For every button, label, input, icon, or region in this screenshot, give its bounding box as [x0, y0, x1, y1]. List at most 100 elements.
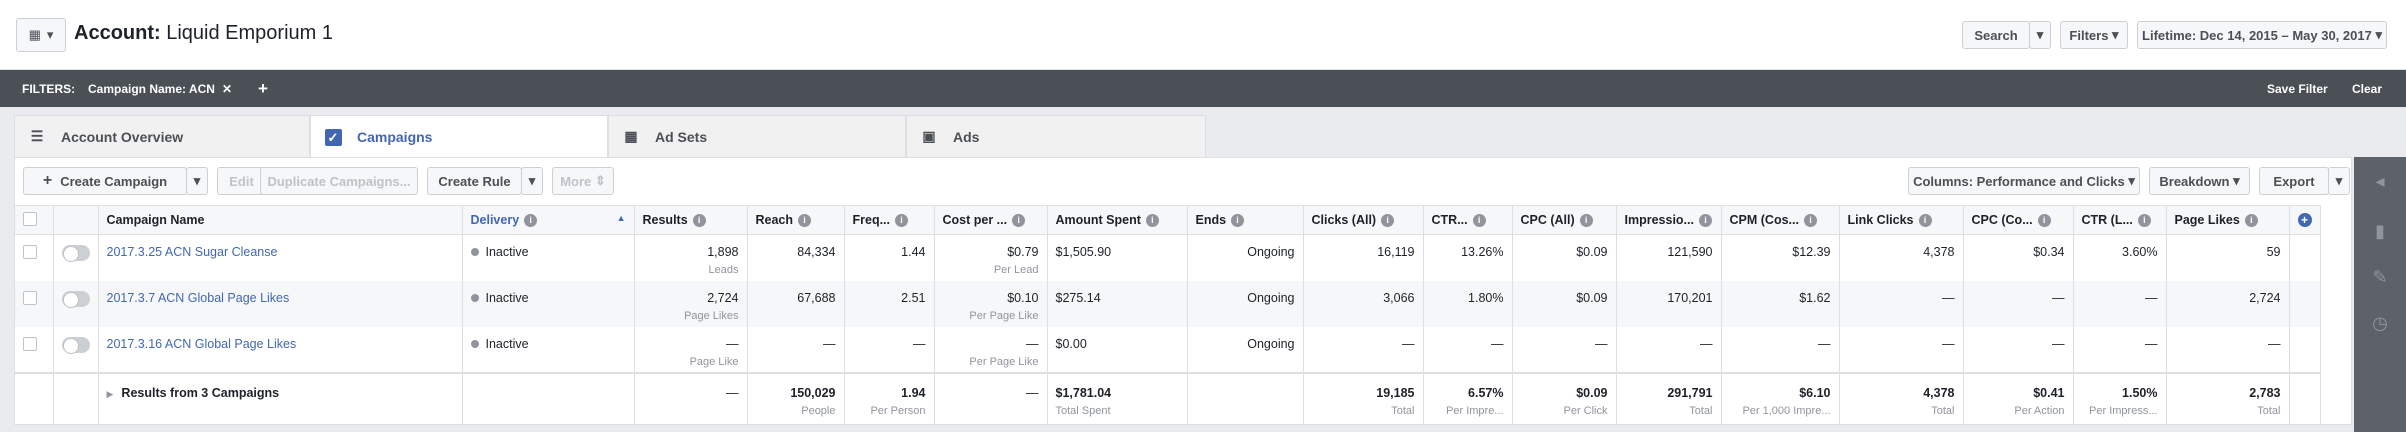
column-header[interactable]: CPC (All) i: [1512, 205, 1617, 235]
column-header[interactable]: CPC (Co... i: [1963, 205, 2074, 235]
column-header[interactable]: Ends i: [1187, 205, 1304, 235]
help-icon[interactable]: i: [524, 214, 538, 228]
tab-campaigns[interactable]: ✓ Campaigns: [310, 115, 608, 158]
table-row[interactable]: 2017.3.7 ACN Global Page Likes Inactive …: [15, 280, 2321, 327]
column-header[interactable]: Delivery i ▲: [462, 205, 635, 235]
search-dropdown-button[interactable]: ▾: [2029, 21, 2051, 49]
search-button[interactable]: Search: [1962, 21, 2030, 49]
column-header[interactable]: CTR... i: [1423, 205, 1513, 235]
ctr-link-cell: —: [2073, 326, 2167, 373]
help-icon[interactable]: i: [2137, 214, 2151, 228]
chevron-down-icon: ▾: [2335, 173, 2343, 188]
campaign-name-link[interactable]: 2017.3.25 ACN Sugar Cleanse: [98, 234, 463, 281]
account-menu-button[interactable]: ▦ ▾: [16, 18, 66, 52]
column-header[interactable]: CTR (L... i: [2073, 205, 2167, 235]
chart-icon[interactable]: ▮: [2368, 221, 2392, 245]
duplicate-campaigns-button[interactable]: Duplicate Campaigns...: [260, 167, 418, 195]
sort-icon: ⇕: [594, 173, 606, 188]
campaign-toggle[interactable]: [53, 234, 99, 281]
tab-account-overview[interactable]: ☰ Account Overview: [14, 115, 310, 157]
create-rule-dropdown[interactable]: ▾: [521, 167, 543, 195]
ctr-link-cell: 3.60%: [2073, 234, 2167, 281]
amount-spent-cell: $1,505.90: [1047, 234, 1188, 281]
column-header[interactable]: Campaign Name: [98, 205, 463, 235]
ctr-cell: —: [1423, 326, 1513, 373]
campaign-name-link[interactable]: 2017.3.7 ACN Global Page Likes: [98, 280, 463, 327]
row-checkbox[interactable]: [15, 280, 54, 327]
more-button[interactable]: More ⇕: [552, 167, 614, 195]
column-header[interactable]: Impressio... i: [1616, 205, 1722, 235]
export-dropdown[interactable]: ▾: [2328, 167, 2350, 195]
cpm-cell: $12.39: [1721, 234, 1840, 281]
impressions-cell: —: [1616, 326, 1722, 373]
campaign-name-link[interactable]: 2017.3.16 ACN Global Page Likes: [98, 326, 463, 373]
history-icon[interactable]: ◷: [2368, 313, 2392, 337]
help-icon[interactable]: i: [692, 214, 706, 228]
help-icon[interactable]: i: [1803, 214, 1817, 228]
add-column-button[interactable]: +: [2289, 205, 2321, 235]
help-icon[interactable]: i: [2244, 214, 2258, 228]
tab-ad-sets[interactable]: ▦ Ad Sets: [608, 115, 906, 157]
delivery-cell: Inactive: [462, 234, 635, 281]
edit-icon[interactable]: ✎: [2368, 267, 2392, 291]
row-checkbox[interactable]: [15, 326, 54, 373]
column-header[interactable]: Reach i: [747, 205, 845, 235]
help-icon[interactable]: i: [1698, 214, 1712, 228]
table-row[interactable]: 2017.3.25 ACN Sugar Cleanse Inactive 1,8…: [15, 234, 2321, 281]
save-filter-button[interactable]: Save Filter: [2267, 82, 2328, 96]
row-checkbox[interactable]: [15, 234, 54, 281]
column-header[interactable]: Freq... i: [844, 205, 935, 235]
help-icon[interactable]: i: [2037, 214, 2051, 228]
help-icon[interactable]: i: [1231, 214, 1245, 228]
help-icon[interactable]: i: [1381, 214, 1395, 228]
filters-button[interactable]: Filters ▾: [2060, 21, 2128, 49]
amount-spent-cell: $275.14: [1047, 280, 1188, 327]
create-campaign-button[interactable]: + Create Campaign: [23, 167, 187, 195]
breakdown-button[interactable]: Breakdown ▾: [2149, 167, 2250, 195]
right-sidebar: ◂ ▮ ✎ ◷: [2354, 157, 2406, 432]
export-button[interactable]: Export: [2259, 167, 2329, 195]
cpm-cell: —: [1721, 326, 1840, 373]
columns-button[interactable]: Columns: Performance and Clicks ▾: [1908, 167, 2140, 195]
chevron-down-icon: ▾: [46, 27, 54, 42]
create-rule-button[interactable]: Create Rule: [427, 167, 522, 195]
frequency-cell: —: [844, 326, 935, 373]
campaign-toggle[interactable]: [53, 326, 99, 373]
tab-ads[interactable]: ▣ Ads: [906, 115, 1206, 157]
remove-filter-icon[interactable]: ✕: [222, 82, 232, 96]
help-icon[interactable]: i: [798, 214, 812, 228]
link-clicks-cell: 4,378: [1839, 234, 1964, 281]
totals-label[interactable]: ▶ Results from 3 Campaigns: [98, 371, 463, 425]
select-all-checkbox[interactable]: [15, 205, 54, 235]
clicks-cell: —: [1303, 326, 1424, 373]
edit-button[interactable]: Edit: [217, 167, 266, 195]
cost-per-result-cell: — Per Page Like: [934, 326, 1048, 373]
column-header[interactable]: Clicks (All) i: [1303, 205, 1424, 235]
table-row[interactable]: 2017.3.16 ACN Global Page Likes Inactive…: [15, 326, 2321, 373]
help-icon[interactable]: i: [895, 214, 909, 228]
clear-button[interactable]: Clear: [2352, 82, 2382, 96]
date-range-picker[interactable]: Lifetime: Dec 14, 2015 – May 30, 2017 ▾: [2137, 21, 2387, 49]
cpc-cost-cell: $0.34: [1963, 234, 2074, 281]
impressions-cell: 170,201: [1616, 280, 1722, 327]
column-header[interactable]: Link Clicks i: [1839, 205, 1964, 235]
create-campaign-dropdown[interactable]: ▾: [186, 167, 208, 195]
column-header[interactable]: Page Likes i: [2166, 205, 2290, 235]
filter-chip[interactable]: Campaign Name: ACN: [88, 82, 215, 96]
column-header[interactable]: Cost per ... i: [934, 205, 1048, 235]
link-clicks-cell: —: [1839, 326, 1964, 373]
help-icon[interactable]: i: [1579, 214, 1593, 228]
help-icon[interactable]: i: [1145, 214, 1159, 228]
collapse-icon[interactable]: ◂: [2368, 171, 2392, 195]
column-header[interactable]: Results i: [634, 205, 748, 235]
column-header[interactable]: CPM (Cos... i: [1721, 205, 1840, 235]
column-header[interactable]: Amount Spent i: [1047, 205, 1188, 235]
add-filter-icon[interactable]: +: [258, 79, 268, 99]
help-icon[interactable]: i: [1012, 214, 1026, 228]
chevron-down-icon: ▾: [2375, 27, 2382, 42]
help-icon[interactable]: i: [1472, 214, 1486, 228]
delivery-cell: Inactive: [462, 326, 635, 373]
campaign-toggle[interactable]: [53, 280, 99, 327]
help-icon[interactable]: i: [1918, 214, 1932, 228]
clicks-cell: 16,119: [1303, 234, 1424, 281]
